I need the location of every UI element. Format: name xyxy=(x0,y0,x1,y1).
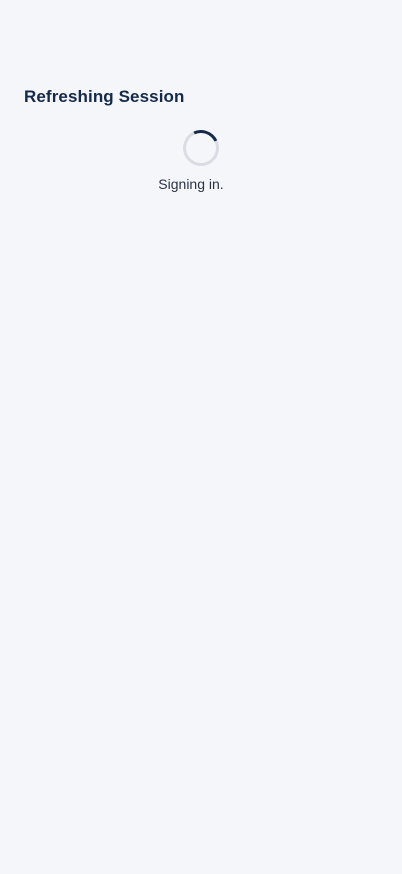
page-title: Refreshing Session xyxy=(24,87,185,106)
refreshing-session-screen: Refreshing Session Signing in. xyxy=(0,0,402,874)
loading-spinner-icon xyxy=(177,124,225,172)
spinner-ring xyxy=(177,124,225,172)
status-message: Signing in. xyxy=(158,176,224,192)
